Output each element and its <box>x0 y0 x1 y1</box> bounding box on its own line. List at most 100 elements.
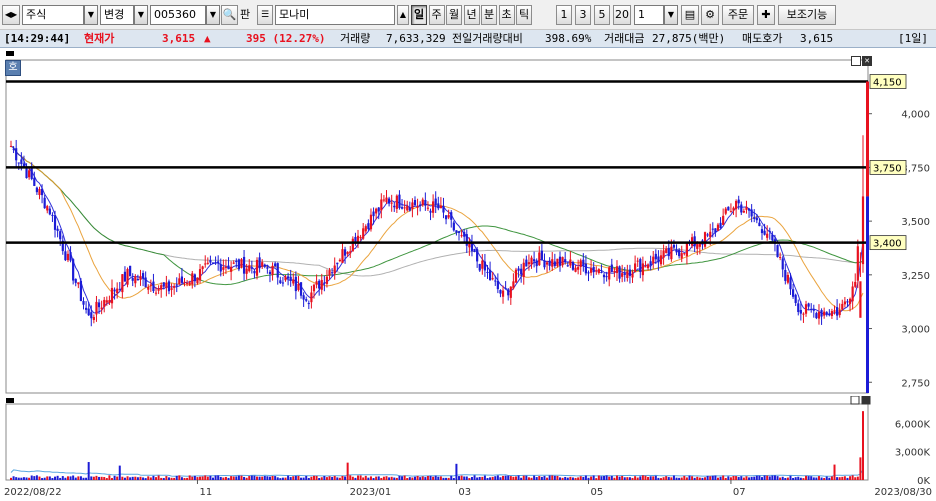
change-dropdown-icon[interactable]: ▼ <box>134 5 148 25</box>
volume-bar <box>600 476 603 480</box>
candle-body <box>574 267 577 272</box>
volume-bar <box>685 477 688 480</box>
period-tag: [1일] <box>898 32 928 45</box>
candle-body <box>579 260 582 267</box>
stock-code-input[interactable]: 005360 <box>150 5 206 25</box>
volume-bar <box>201 476 204 480</box>
candle-body <box>848 298 852 304</box>
current-price: 3,615 <box>162 32 196 45</box>
candle-body <box>776 245 779 258</box>
candle-body <box>286 276 290 279</box>
candle-body <box>509 286 512 298</box>
price-chart-panel[interactable]: 4,000 3,750 3,500 3,250 3,000 2,750 4,150 3,750… <box>0 48 936 396</box>
period-button-3[interactable]: 년 <box>463 5 480 25</box>
interval-input[interactable]: 1 <box>634 5 664 25</box>
panel-minimize-icon[interactable] <box>851 56 861 66</box>
period-button-1[interactable]: 주 <box>428 5 445 25</box>
candle-body <box>530 257 533 265</box>
candle-body <box>201 266 204 270</box>
candle-body <box>714 228 717 233</box>
volume-bar <box>514 476 517 480</box>
candle-body <box>745 206 748 210</box>
candle-body <box>227 265 230 270</box>
candle-body <box>17 162 20 164</box>
volume-bar <box>333 475 336 480</box>
volume-panel-handle-icon <box>6 398 14 403</box>
crosshair-icon[interactable]: ✚ <box>757 5 775 25</box>
volume-bar <box>336 477 339 480</box>
aux-function-button[interactable]: 보조기능 <box>778 5 836 25</box>
volume-bar <box>323 475 326 480</box>
change-select[interactable]: 변경 <box>100 5 134 25</box>
volume-bar <box>432 476 435 480</box>
volume-bar <box>445 477 448 480</box>
candle-body <box>165 283 168 288</box>
candle-body <box>683 253 686 255</box>
stock-code-dropdown-icon[interactable]: ▼ <box>206 5 220 25</box>
interval-button-1[interactable]: 1 <box>556 5 572 25</box>
list-icon[interactable]: ☰ <box>257 5 273 25</box>
candle-body <box>387 198 391 204</box>
market-select[interactable]: 주식 <box>22 5 84 25</box>
period-button-5[interactable]: 초 <box>498 5 515 25</box>
panel-close-icon[interactable]: ✕ <box>862 56 872 66</box>
search-icon[interactable]: 🔍 <box>221 5 238 25</box>
volume-bar <box>530 477 533 480</box>
candle-body <box>742 210 745 213</box>
volume-bar <box>450 475 453 480</box>
candle-body <box>289 276 292 281</box>
volume-bar <box>761 477 764 480</box>
interval-button-3[interactable]: 3 <box>575 5 591 25</box>
volume-bar <box>312 475 315 480</box>
volume-bar <box>470 476 473 480</box>
market-dropdown-icon[interactable]: ▼ <box>84 5 98 25</box>
volume-chart-panel[interactable]: 6,000K 3,000K 0K 2022/08/22 2023/08/30 11 2023… <box>0 395 936 498</box>
volume-bar <box>755 475 758 480</box>
volume-bar <box>447 477 450 480</box>
volume-bar <box>134 476 137 480</box>
volume-bar <box>856 476 859 480</box>
volume-chart[interactable]: 6,000K 3,000K 0K 2022/08/22 2023/08/30 11 2023… <box>0 395 936 498</box>
interval-dropdown-icon[interactable]: ▼ <box>664 5 678 25</box>
volume-bar <box>647 476 650 480</box>
candle-body <box>398 194 401 209</box>
candle-body <box>781 258 784 270</box>
candle-body <box>488 269 492 281</box>
candle-body <box>188 282 191 285</box>
order-button[interactable]: 주문 <box>722 5 754 25</box>
price-chart[interactable]: 4,0003,7503,5003,2503,0002,7504,1503,750… <box>0 48 936 396</box>
period-button-6[interactable]: 틱 <box>516 5 532 25</box>
interval-button-20[interactable]: 20 <box>613 5 631 25</box>
candle-body <box>810 308 813 310</box>
interval-button-5[interactable]: 5 <box>594 5 610 25</box>
volume-bar <box>367 477 370 480</box>
badge-ho[interactable]: 호 <box>5 60 21 76</box>
candle-body <box>758 222 761 227</box>
candle-body <box>437 203 440 209</box>
gear-icon[interactable]: ⚙ <box>701 5 719 25</box>
period-button-4[interactable]: 분 <box>481 5 497 25</box>
volume-bar <box>284 477 287 480</box>
volume-bar <box>786 477 789 480</box>
candle-body <box>457 231 461 233</box>
candle-body <box>79 280 83 301</box>
volume-bar <box>766 475 769 480</box>
volume-bar <box>302 477 305 480</box>
candle-body <box>595 270 598 272</box>
volume-bar <box>509 476 512 480</box>
candle-body <box>294 276 297 292</box>
save-icon[interactable]: ▤ <box>681 5 699 25</box>
candle-body <box>263 264 266 267</box>
period-button-0[interactable]: 일 <box>411 5 427 25</box>
volume-bar <box>116 476 119 480</box>
candle-body <box>654 253 657 260</box>
period-button-2[interactable]: 월 <box>446 5 462 25</box>
volume-bar <box>276 477 279 480</box>
stock-name-field[interactable]: 모나미 <box>275 5 395 25</box>
name-dropdown-icon[interactable]: ▲ <box>397 5 409 25</box>
candle-body <box>722 215 725 225</box>
volume-bar <box>426 475 429 480</box>
prev-next-arrows-icon[interactable]: ◀▶ <box>2 5 20 25</box>
candle-body <box>520 268 523 275</box>
candle-body <box>678 249 681 257</box>
